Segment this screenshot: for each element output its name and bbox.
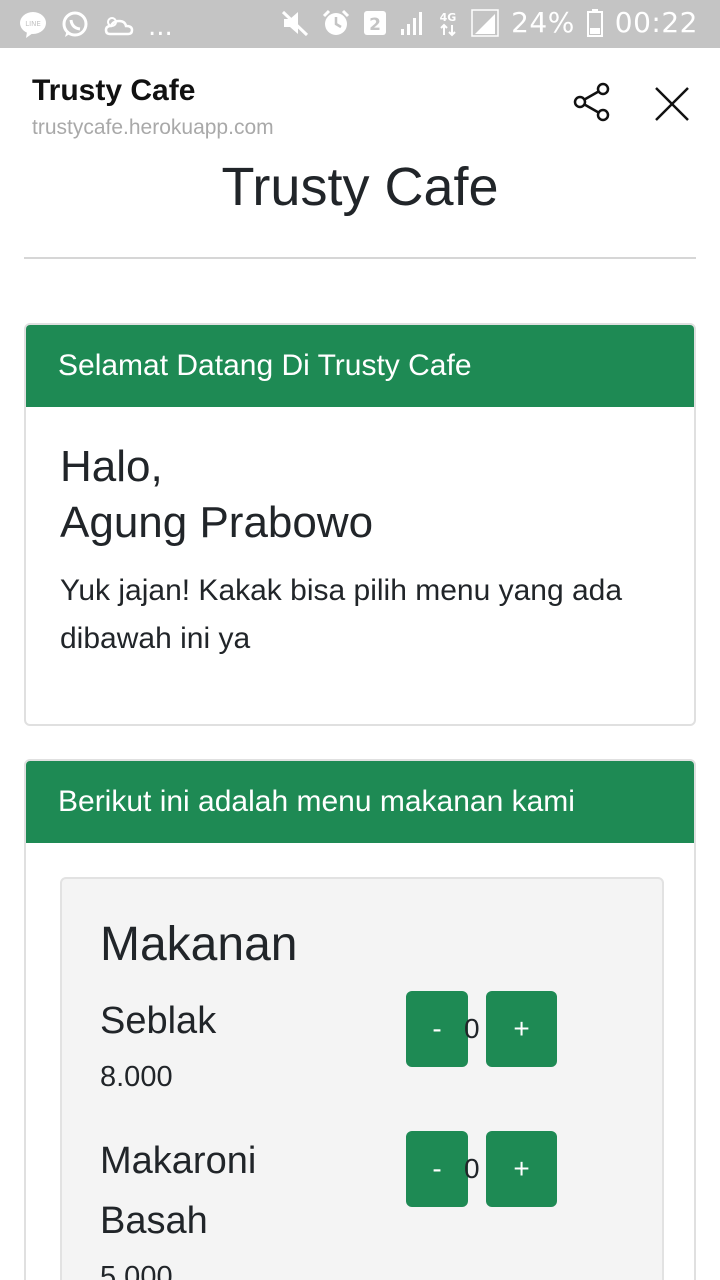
menu-card-header: Berikut ini adalah menu makanan kami bbox=[26, 761, 694, 843]
share-icon[interactable] bbox=[570, 80, 614, 124]
decrement-button[interactable]: - bbox=[406, 991, 468, 1067]
menu-item-price: 5.000 bbox=[100, 1261, 173, 1280]
mute-icon bbox=[281, 8, 309, 38]
menu-category-box: Makanan Seblak 8.000 - 0 + Makaroni Basa… bbox=[60, 877, 664, 1280]
more-notifications: ... bbox=[148, 12, 173, 42]
svg-text:4G: 4G bbox=[440, 11, 457, 24]
menu-item: Seblak 8.000 - 0 + bbox=[100, 991, 640, 1094]
line-icon: LINE bbox=[18, 10, 48, 40]
increment-button[interactable]: + bbox=[486, 1131, 557, 1207]
signal-2-icon bbox=[471, 8, 499, 37]
status-bar-right: 2 4G 24% 00:22 bbox=[281, 6, 698, 39]
decrement-button[interactable]: - bbox=[406, 1131, 468, 1207]
greeting-line-1: Halo, bbox=[60, 442, 163, 491]
cloud-icon bbox=[102, 10, 136, 40]
welcome-card-header: Selamat Datang Di Trusty Cafe bbox=[26, 325, 694, 407]
divider bbox=[24, 257, 696, 259]
clock: 00:22 bbox=[614, 6, 698, 39]
battery-percent: 24% bbox=[511, 6, 575, 39]
increment-button[interactable]: + bbox=[486, 991, 557, 1067]
status-bar: LINE ... 2 4G 24% 00:22 bbox=[0, 0, 720, 48]
menu-item-name: Seblak bbox=[100, 1000, 217, 1042]
close-icon[interactable] bbox=[650, 82, 694, 126]
network-4g-icon: 4G bbox=[437, 8, 459, 38]
quantity-stepper: - 0 + bbox=[406, 1131, 557, 1207]
quantity-value: 0 bbox=[464, 1013, 480, 1044]
browser-url[interactable]: trustycafe.herokuapp.com bbox=[32, 116, 274, 140]
browser-title: Trusty Cafe bbox=[32, 74, 196, 107]
signal-icon bbox=[399, 9, 425, 37]
menu-item-price: 8.000 bbox=[100, 1061, 173, 1093]
battery-icon bbox=[586, 8, 603, 38]
quantity-value: 0 bbox=[464, 1153, 480, 1184]
intro-text: Yuk jajan! Kakak bisa pilih menu yang ad… bbox=[60, 574, 623, 655]
quantity-stepper: - 0 + bbox=[406, 991, 557, 1067]
category-title: Makanan bbox=[100, 918, 298, 971]
svg-text:LINE: LINE bbox=[25, 20, 41, 28]
welcome-card: Selamat Datang Di Trusty Cafe Halo, Agun… bbox=[24, 323, 696, 726]
status-bar-left: LINE ... bbox=[18, 8, 173, 42]
page-title: Trusty Cafe bbox=[221, 157, 499, 217]
menu-item: Makaroni Basah 5.000 - 0 + bbox=[100, 1131, 640, 1280]
menu-card: Berikut ini adalah menu makanan kami Mak… bbox=[24, 759, 696, 1280]
alarm-icon bbox=[321, 8, 351, 38]
browser-header: Trusty Cafe trustycafe.herokuapp.com bbox=[0, 48, 720, 148]
sim-badge: 2 bbox=[363, 9, 387, 37]
menu-item-name: Makaroni Basah bbox=[100, 1140, 257, 1242]
greeting: Halo, Agung Prabowo bbox=[60, 439, 373, 551]
user-name: Agung Prabowo bbox=[60, 498, 374, 547]
svg-text:2: 2 bbox=[369, 15, 381, 35]
whatsapp-icon bbox=[60, 10, 90, 40]
